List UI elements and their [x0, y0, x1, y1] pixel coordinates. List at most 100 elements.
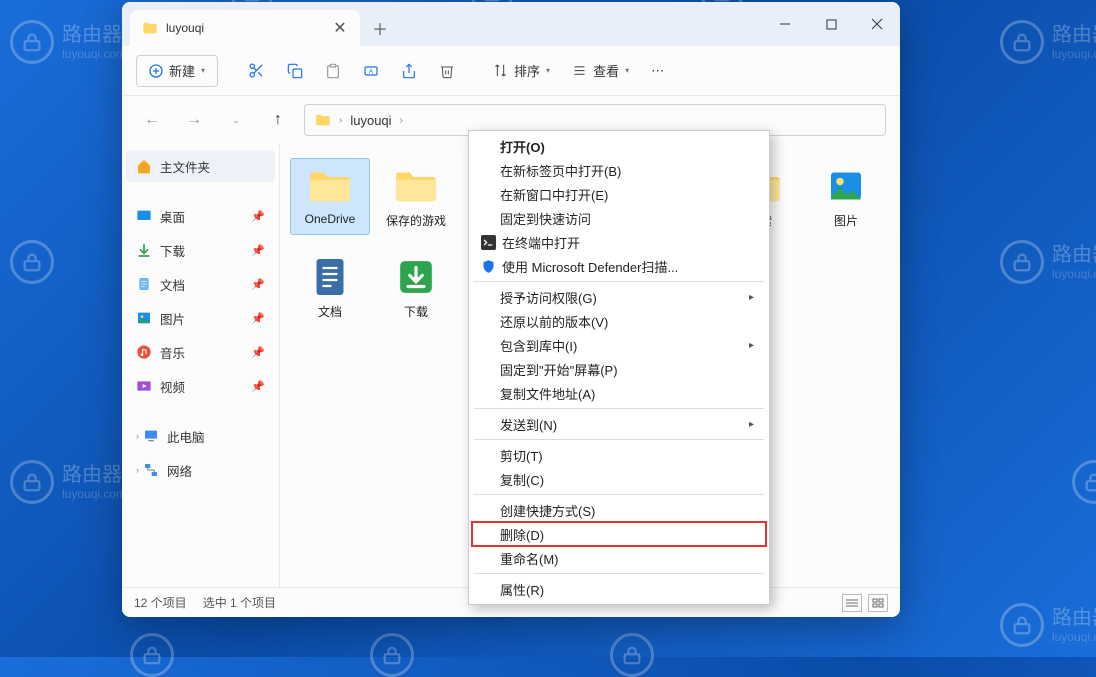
folder-icon: [315, 112, 331, 128]
new-button[interactable]: 新建 ▾: [136, 55, 218, 87]
folder-icon: [308, 168, 352, 204]
menu-create-shortcut[interactable]: 创建快捷方式(S): [472, 498, 766, 522]
crumb-arrow-icon[interactable]: ›: [400, 115, 403, 126]
menu-label: 固定到"开始"屏幕(P): [500, 360, 618, 379]
rename-icon: A: [363, 63, 379, 79]
sidebar-label: 音乐: [160, 343, 185, 362]
item-label: 保存的游戏: [386, 212, 446, 229]
computer-icon: [143, 428, 159, 444]
menu-label: 固定到快速访问: [500, 209, 591, 228]
menu-delete[interactable]: 删除(D): [472, 522, 766, 546]
rename-button[interactable]: A: [355, 55, 387, 87]
tab-luyouqi[interactable]: luyouqi ✕: [130, 10, 360, 46]
menu-label: 使用 Microsoft Defender扫描...: [502, 257, 678, 276]
item-label: OneDrive: [305, 212, 356, 226]
menu-cut[interactable]: 剪切(T): [472, 443, 766, 467]
sidebar-item-home[interactable]: 主文件夹: [126, 150, 275, 182]
chevron-down-icon: ▾: [201, 66, 205, 75]
sidebar-item-documents[interactable]: 文档 📌: [126, 268, 275, 300]
paste-button[interactable]: [317, 55, 349, 87]
music-icon: [136, 344, 152, 360]
chevron-right-icon: ▸: [749, 419, 754, 430]
sort-button[interactable]: 排序 ▾: [485, 55, 558, 87]
folder-downloads[interactable]: 下载: [376, 249, 456, 326]
up-button[interactable]: ↑: [262, 104, 294, 136]
sidebar-item-videos[interactable]: 视频 📌: [126, 370, 275, 402]
menu-pin-quick-access[interactable]: 固定到快速访问: [472, 206, 766, 230]
trash-icon: [439, 63, 455, 79]
menu-open-terminal[interactable]: 在终端中打开: [472, 230, 766, 254]
item-label: 文档: [318, 303, 342, 320]
menu-label: 包含到库中(I): [500, 336, 577, 355]
download-icon: [136, 242, 152, 258]
view-button[interactable]: 查看 ▾: [564, 55, 637, 87]
forward-button[interactable]: →: [178, 104, 210, 136]
cut-button[interactable]: [240, 55, 273, 87]
menu-copy-path[interactable]: 复制文件地址(A): [472, 381, 766, 405]
crumb-arrow-icon[interactable]: ›: [339, 115, 342, 126]
menu-open[interactable]: 打开(O): [472, 134, 766, 158]
tab-close-icon[interactable]: ✕: [332, 20, 348, 36]
folder-saved-games[interactable]: 保存的游戏: [376, 158, 456, 235]
menu-open-new-window[interactable]: 在新窗口中打开(E): [472, 182, 766, 206]
desktop-icon: [136, 208, 152, 224]
menu-restore-versions[interactable]: 还原以前的版本(V): [472, 309, 766, 333]
sidebar-label: 下载: [160, 241, 185, 260]
close-button[interactable]: [854, 2, 900, 46]
menu-copy[interactable]: 复制(C): [472, 467, 766, 491]
copy-icon: [287, 63, 303, 79]
menu-pin-start[interactable]: 固定到"开始"屏幕(P): [472, 357, 766, 381]
menu-open-new-tab[interactable]: 在新标签页中打开(B): [472, 158, 766, 182]
sidebar-item-pictures[interactable]: 图片 📌: [126, 302, 275, 334]
chevron-right-icon: ▸: [749, 340, 754, 351]
sidebar-item-desktop[interactable]: 桌面 📌: [126, 200, 275, 232]
sidebar-item-thispc[interactable]: › 此电脑: [126, 420, 275, 452]
menu-label: 授予访问权限(G): [500, 288, 597, 307]
back-button[interactable]: ←: [136, 104, 168, 136]
breadcrumb-segment[interactable]: luyouqi: [350, 113, 391, 128]
delete-button[interactable]: [431, 55, 463, 87]
clipboard-icon: [325, 63, 341, 79]
sidebar-item-music[interactable]: 音乐 📌: [126, 336, 275, 368]
item-label: 图片: [834, 212, 858, 229]
pin-icon: 📌: [251, 278, 265, 291]
folder-pictures[interactable]: 图片: [806, 158, 886, 235]
maximize-button[interactable]: [808, 2, 854, 46]
pin-icon: 📌: [251, 210, 265, 223]
pictures-icon: [136, 310, 152, 326]
sidebar-label: 桌面: [160, 207, 185, 226]
icons-view-button[interactable]: [868, 594, 888, 612]
shield-icon: [480, 258, 496, 274]
menu-label: 还原以前的版本(V): [500, 312, 608, 331]
watermark-text: 路由器: [62, 23, 126, 47]
pin-icon: 📌: [251, 244, 265, 257]
menu-give-access[interactable]: 授予访问权限(G)▸: [472, 285, 766, 309]
view-label: 查看: [593, 61, 619, 80]
copy-button[interactable]: [279, 55, 311, 87]
plus-circle-icon: [149, 64, 163, 78]
folder-documents[interactable]: 文档: [290, 249, 370, 326]
menu-properties[interactable]: 属性(R): [472, 577, 766, 601]
recent-button[interactable]: ⌄: [220, 104, 252, 136]
sidebar-item-network[interactable]: › 网络: [126, 454, 275, 486]
folder-icon: [142, 20, 158, 36]
menu-defender-scan[interactable]: 使用 Microsoft Defender扫描...: [472, 254, 766, 278]
chevron-down-icon: ▾: [546, 66, 550, 75]
share-button[interactable]: [393, 55, 425, 87]
pictures-icon: [825, 168, 867, 204]
menu-label: 属性(R): [500, 580, 544, 599]
menu-rename[interactable]: 重命名(M): [472, 546, 766, 570]
new-tab-button[interactable]: ＋: [360, 10, 400, 46]
svg-text:A: A: [369, 68, 374, 75]
chevron-right-icon: ›: [136, 465, 139, 475]
document-icon: [311, 256, 349, 298]
details-view-button[interactable]: [842, 594, 862, 612]
menu-include-library[interactable]: 包含到库中(I) ▸: [472, 333, 766, 357]
minimize-button[interactable]: [762, 2, 808, 46]
tab-label: luyouqi: [166, 21, 324, 35]
sidebar-item-downloads[interactable]: 下载 📌: [126, 234, 275, 266]
menu-label: 删除(D): [500, 525, 544, 544]
menu-send-to[interactable]: 发送到(N)▸: [472, 412, 766, 436]
folder-onedrive[interactable]: OneDrive: [290, 158, 370, 235]
more-button[interactable]: ⋯: [643, 55, 672, 87]
